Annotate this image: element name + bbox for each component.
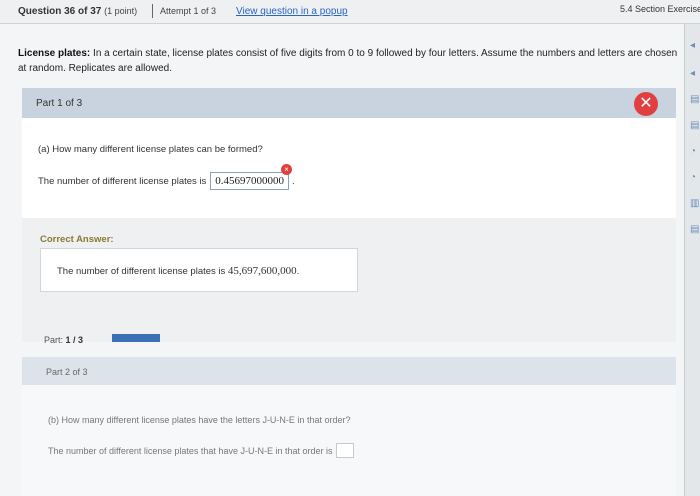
- correct-answer-text: The number of different license plates i…: [57, 265, 299, 277]
- correct-answer-suffix: .: [296, 266, 300, 277]
- toolbar-icon[interactable]: ◔: [690, 146, 696, 157]
- problem-label: License plates:: [18, 48, 91, 59]
- toolbar-icon[interactable]: ◂: [690, 68, 695, 79]
- toolbar-icon[interactable]: ▤: [690, 120, 699, 131]
- part2-answer-field[interactable]: [336, 443, 355, 458]
- section-label: 5.4 Section Exercise: [620, 4, 700, 14]
- part2-answer-row: The number of different license plates t…: [48, 443, 355, 458]
- part1-body: (a) How many different license plates ca…: [22, 118, 676, 218]
- side-toolbar: ◂ ◂ ▤ ▤ ◔ ◔ ▥ ▤: [684, 24, 700, 496]
- part1-answer-suffix: .: [292, 175, 295, 187]
- part-progress-label: Part: 1 / 3: [44, 335, 84, 345]
- question-points: (1 point): [104, 6, 138, 16]
- question-header-bar: Question 36 of 37 (1 point) Attempt 1 of…: [0, 0, 700, 24]
- error-icon: ×: [281, 164, 293, 175]
- correct-answer-title: Correct Answer:: [40, 234, 114, 245]
- part2-label: Part 2 of 3: [46, 367, 88, 377]
- part-progress-bar: [112, 334, 160, 342]
- view-in-popup-link[interactable]: View question in a popup: [236, 6, 348, 17]
- question-number: Question 36 of 37 (1 point): [18, 6, 138, 17]
- x-icon[interactable]: ✕: [634, 92, 658, 116]
- part1-answer-row: The number of different license plates i…: [38, 164, 295, 190]
- part1-question: (a) How many different license plates ca…: [38, 144, 263, 155]
- part1-answer-field[interactable]: 0.45697000000 ×: [210, 164, 293, 190]
- part1-label: Part 1 of 3: [36, 98, 83, 109]
- part2-answer-prefix: The number of different license plates t…: [48, 445, 333, 456]
- attempt-counter: Attempt 1 of 3: [160, 6, 217, 16]
- correct-answer-value: 45,697,600,000: [227, 265, 297, 277]
- toolbar-icon[interactable]: ◔: [690, 172, 696, 183]
- problem-text: In a certain state, license plates consi…: [18, 48, 678, 74]
- problem-statement: License plates: In a certain state, lice…: [18, 46, 678, 76]
- question-panel: License plates: In a certain state, lice…: [0, 24, 684, 496]
- separator: [152, 4, 153, 18]
- part1-answer-value: 0.45697000000: [215, 175, 285, 187]
- part-progress-fill: [112, 334, 160, 342]
- toolbar-icon[interactable]: ▤: [690, 224, 699, 235]
- correct-answer-box: The number of different license plates i…: [40, 248, 358, 292]
- correct-answer-prefix: The number of different license plates i…: [57, 266, 226, 277]
- part1-header: Part 1 of 3 ✕: [22, 88, 676, 118]
- correct-answer-area: Correct Answer: The number of different …: [22, 218, 676, 345]
- part2-header: Part 2 of 3: [22, 357, 676, 385]
- toolbar-icon[interactable]: ◂: [690, 40, 695, 51]
- toolbar-icon[interactable]: ▤: [690, 94, 699, 105]
- part2-question: (b) How many different license plates ha…: [48, 415, 351, 425]
- part-progress-value: 1 / 3: [65, 335, 84, 345]
- part1-answer-prefix: The number of different license plates i…: [38, 175, 207, 187]
- toolbar-icon[interactable]: ▥: [690, 198, 699, 209]
- part2-body: (b) How many different license plates ha…: [22, 385, 676, 496]
